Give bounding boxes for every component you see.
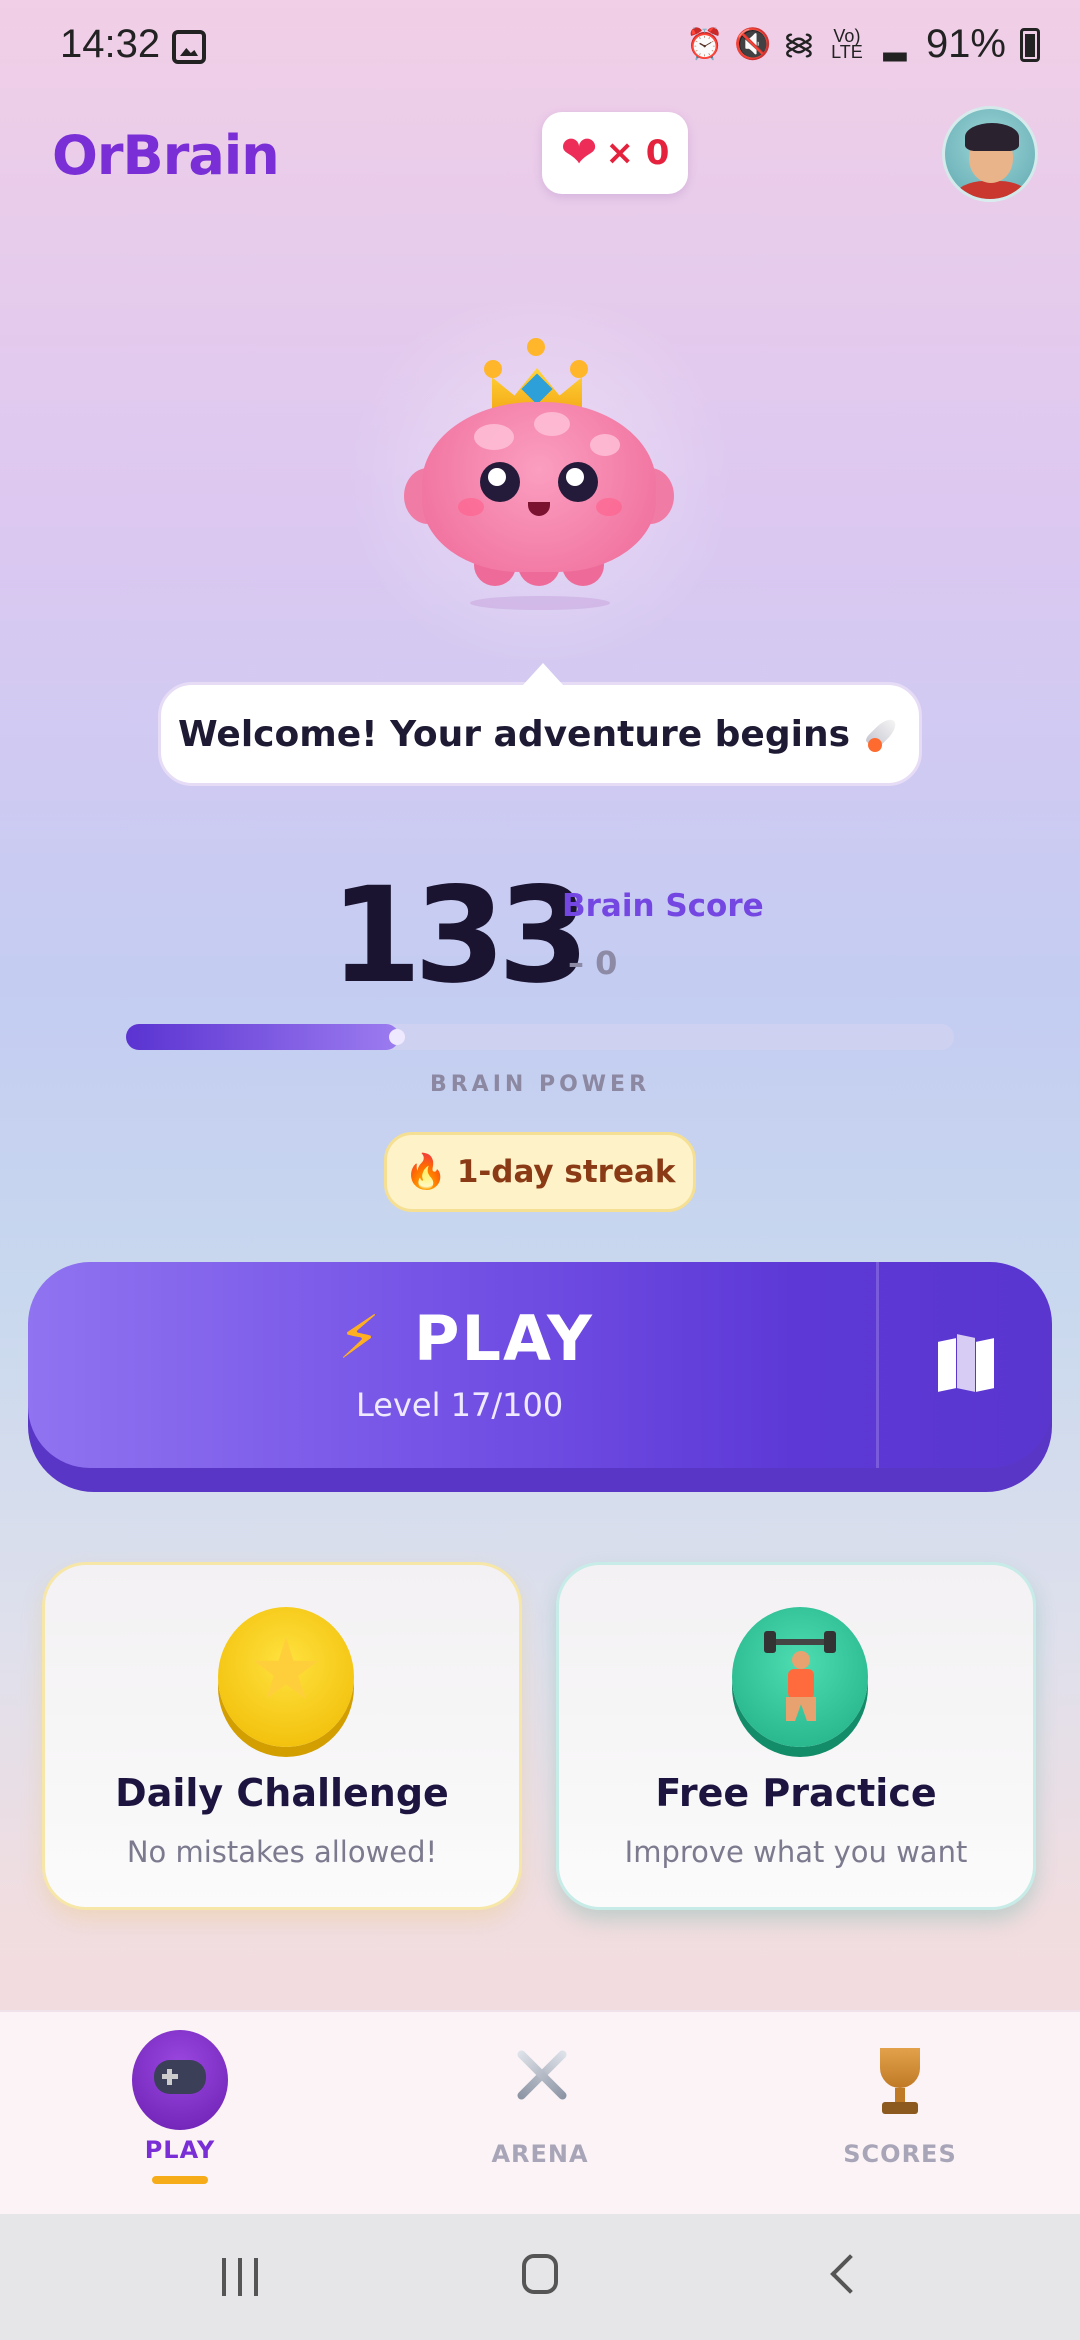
free-practice-card[interactable]: Free Practice Improve what you want [556, 1562, 1036, 1910]
brain-power-fill [126, 1024, 399, 1050]
weightlifter-icon [732, 1607, 868, 1747]
map-icon[interactable] [938, 1334, 994, 1392]
home-button[interactable] [522, 2254, 558, 2294]
app-logo: OrBrain [52, 124, 280, 187]
battery-percent: 91% [925, 22, 1006, 66]
status-bar: 14:32 ⏰ 🔇 ᯼ Vo) LTE ▂ 91% [0, 0, 1080, 100]
volte-icon: Vo) LTE [831, 25, 863, 62]
play-level: Level 17/100 [356, 1386, 564, 1424]
rocket-icon [862, 714, 902, 755]
wifi-icon: ᯼ [782, 27, 815, 61]
brain-mascot [404, 338, 674, 600]
battery-icon [1020, 27, 1040, 62]
card-title: Daily Challenge [115, 1771, 449, 1815]
lives-counter[interactable]: ❤ × 0 [542, 112, 688, 194]
streak-label: 1-day streak [456, 1154, 676, 1190]
status-icons: ⏰ 🔇 ᯼ Vo) LTE ▂ 91% [686, 22, 1040, 67]
mute-icon: 🔇 [733, 27, 772, 61]
brain-score-label: Brain Score [562, 888, 764, 924]
play-button[interactable]: ⚡ PLAY Level 17/100 [28, 1262, 1052, 1468]
nav-label: SCORES [843, 2140, 957, 2168]
nav-label: PLAY [144, 2136, 216, 2164]
lightning-icon: ⚡ [338, 1303, 381, 1373]
card-subtitle: Improve what you want [624, 1835, 968, 1869]
nav-item-scores[interactable]: SCORES [780, 2012, 1020, 2216]
welcome-message: Welcome! Your adventure begins [177, 713, 850, 755]
brain-power-bar [126, 1024, 954, 1050]
swords-icon [512, 2046, 572, 2106]
card-title: Free Practice [655, 1771, 937, 1815]
star-icon [218, 1607, 354, 1747]
card-subtitle: No mistakes allowed! [126, 1835, 438, 1869]
nav-item-arena[interactable]: ARENA [420, 2012, 660, 2216]
active-indicator [152, 2176, 208, 2184]
bottom-nav: PLAY ARENA SCORES [0, 2010, 1080, 2216]
lives-count: × 0 [605, 133, 670, 173]
fire-icon: 🔥 [404, 1152, 447, 1192]
gamepad-icon [154, 2060, 206, 2094]
back-button[interactable] [830, 2254, 870, 2294]
system-nav-bar [0, 2214, 1080, 2340]
heart-icon: ❤ [560, 127, 598, 178]
user-avatar[interactable] [942, 106, 1038, 202]
play-label: PLAY [414, 1302, 594, 1375]
trophy-icon [872, 2048, 928, 2118]
streak-badge: 🔥 1-day streak [384, 1132, 696, 1212]
status-time: 14:32 [60, 22, 161, 66]
brain-score-value: 133 [330, 859, 590, 1013]
nav-item-play[interactable]: PLAY [60, 2012, 300, 2216]
brain-power-label: BRAIN POWER [429, 1072, 651, 1097]
daily-challenge-card[interactable]: Daily Challenge No mistakes allowed! [42, 1562, 522, 1910]
nav-label: ARENA [491, 2140, 589, 2168]
alarm-icon: ⏰ [685, 27, 724, 61]
signal-icon: ▂ [883, 27, 907, 61]
brain-power-knob [389, 1029, 405, 1045]
brain-score-delta: – 0 [568, 944, 618, 982]
recent-apps-button[interactable] [222, 2258, 262, 2296]
gallery-icon [172, 30, 206, 64]
welcome-bubble: Welcome! Your adventure begins [158, 663, 922, 786]
